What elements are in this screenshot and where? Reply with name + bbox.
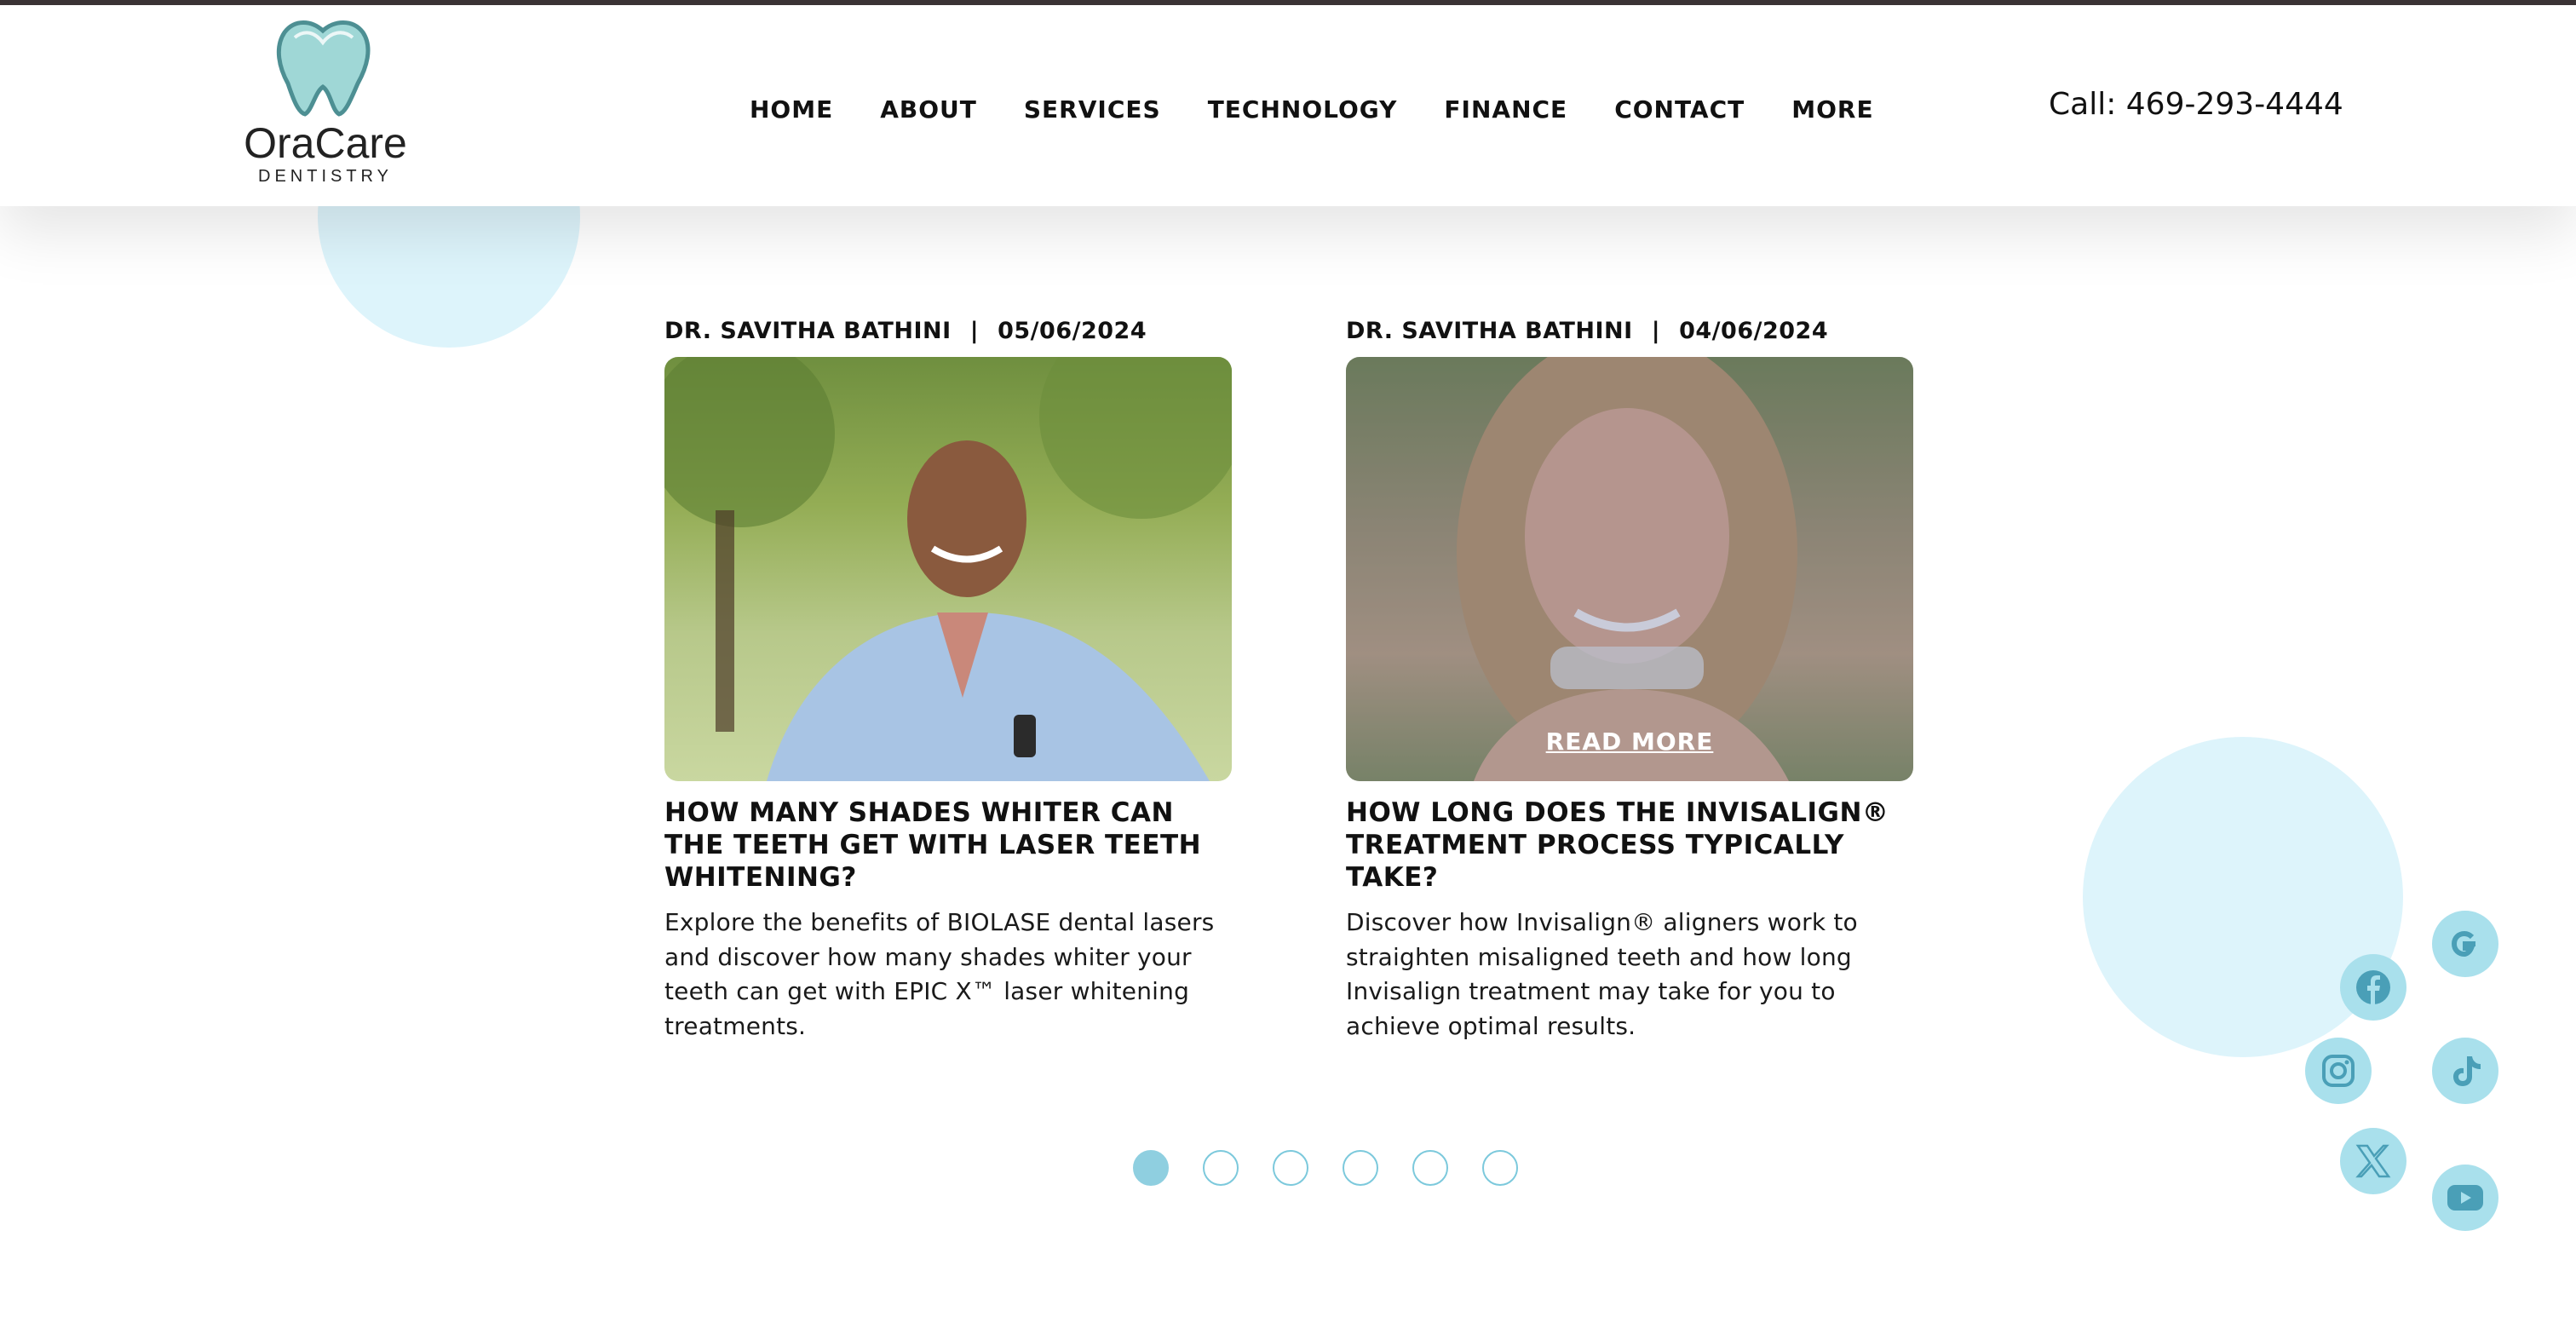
carousel-dot-5[interactable] [1412,1150,1448,1186]
nav-finance[interactable]: FINANCE [1444,95,1567,124]
carousel-dot-6[interactable] [1482,1150,1518,1186]
meta-separator: | [1651,317,1661,344]
tiktok-icon [2453,1056,2481,1086]
x-twitter-link[interactable] [2340,1128,2406,1194]
post-title[interactable]: HOW MANY SHADES WHITER CAN THE TEETH GET… [664,797,1232,894]
post-excerpt: Discover how Invisalign® aligners work t… [1346,908,1858,1040]
nav-more[interactable]: MORE [1791,95,1873,124]
nav-services[interactable]: SERVICES [1024,95,1161,124]
post-author: DR. SAVITHA BATHINI [664,317,952,344]
facebook-link[interactable] [2340,954,2406,1021]
carousel-pagination [1133,1150,1518,1186]
nav-about[interactable]: ABOUT [880,95,977,124]
instagram-link[interactable] [2305,1038,2372,1104]
youtube-link[interactable] [2432,1165,2498,1231]
post-date: 04/06/2024 [1679,317,1829,344]
bottom-edge [0,1310,2576,1317]
carousel-dot-3[interactable] [1273,1150,1308,1186]
oracare-logo[interactable]: OraCare DENTISTRY [233,17,412,192]
nav-home[interactable]: HOME [750,95,833,124]
post-author: DR. SAVITHA BATHINI [1346,317,1633,344]
carousel-dot-1[interactable] [1133,1150,1169,1186]
x-twitter-icon [2355,1144,2391,1178]
google-link[interactable] [2432,911,2498,977]
post-thumbnail[interactable]: READ MORE [1346,357,1913,781]
main-navigation: HOME ABOUT SERVICES TECHNOLOGY FINANCE C… [750,90,1874,128]
nav-technology[interactable]: TECHNOLOGY [1208,95,1398,124]
blog-card: DR. SAVITHA BATHINI | 05/06/2024 HOW MAN… [664,308,1232,1044]
nav-contact[interactable]: CONTACT [1614,95,1745,124]
post-date: 05/06/2024 [998,317,1147,344]
carousel-dot-2[interactable] [1203,1150,1239,1186]
logo-subtitle: DENTISTRY [258,167,393,186]
facebook-icon [2356,970,2390,1004]
post-meta: DR. SAVITHA BATHINI | 04/06/2024 [1346,308,1913,353]
logo-wordmark: OraCare [244,119,407,167]
instagram-icon [2322,1055,2355,1087]
youtube-icon [2447,1185,2483,1211]
blog-card: DR. SAVITHA BATHINI | 04/06/2024 READ MO… [1346,308,1913,1044]
site-header: OraCare DENTISTRY HOME ABOUT SERVICES TE… [0,5,2576,206]
read-more-link[interactable]: READ MORE [1346,728,1913,756]
post-thumbnail[interactable] [664,357,1232,781]
meta-separator: | [969,317,980,344]
phone-link[interactable]: Call: 469-293-4444 [2049,87,2343,122]
google-icon [2451,930,2475,958]
post-title[interactable]: HOW LONG DOES THE INVISALIGN® TREATMENT … [1346,797,1913,894]
tooth-logo-icon [276,20,371,117]
hover-overlay [1346,357,1913,781]
post-excerpt: Explore the benefits of BIOLASE dental l… [664,908,1215,1040]
tiktok-link[interactable] [2432,1038,2498,1104]
carousel-dot-4[interactable] [1343,1150,1378,1186]
man-photo [664,357,1232,781]
post-meta: DR. SAVITHA BATHINI | 05/06/2024 [664,308,1232,353]
